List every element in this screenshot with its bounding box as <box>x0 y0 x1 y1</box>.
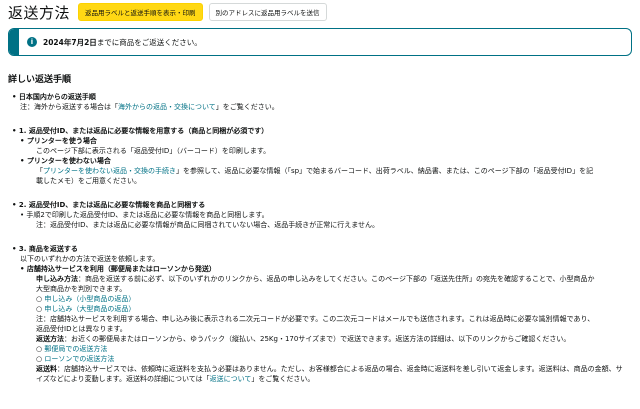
step-1: 1. 返品受付ID、または返品に必要な情報を用意する（商品と同梱が必須です） プ… <box>12 126 632 186</box>
method-label: 返送方法 <box>36 335 64 343</box>
qr-note: 注：店舗持込サービスを利用する場合、申し込み後に表示される二次元コードが必要です… <box>36 315 595 323</box>
no-printer-link[interactable]: プリンターを使わない返品・交換の手続き <box>43 167 176 175</box>
note-text-end: 」をご覧ください。 <box>215 103 279 111</box>
domestic-step: 日本国内からの返送手順 注：海外から返送する場合は「海外からの返品・交換について… <box>12 92 632 112</box>
deadline-alert: i 2024年7月2日までに商品をご返送ください。 <box>8 28 632 56</box>
send-label-tab[interactable]: 別のアドレスに返品用ラベルを送信 <box>208 3 327 21</box>
return-fee-2: イズなどにより変動します。返送料の詳細については「返送について」をご覧ください。 <box>36 374 632 384</box>
link-small-item: 申し込み（小型商品の返品） <box>36 294 632 304</box>
step-3: 3. 商品を返送する 以下のいずれかの方法で返送を依頼します。 店舗持込サービス… <box>12 244 632 384</box>
step-2-note: 注：返品受付ID、または返品に必要な情報が商品に同梱されていない場合、返品手続き… <box>36 221 380 229</box>
lawson-link[interactable]: ローソンでの返送方法 <box>44 355 114 363</box>
step-3-intro: 以下のいずれかの方法で返送を依頼します。 <box>20 255 160 263</box>
post-office-item: 郵便局での返送方法 <box>36 344 632 354</box>
return-fee-link[interactable]: 返送について <box>210 375 252 383</box>
alert-date: 2024年7月2日 <box>43 37 97 47</box>
page-title: 返送方法 <box>8 3 71 22</box>
section-title: 詳しい返送手順 <box>8 75 72 85</box>
step-3-title: 3. 商品を返送する <box>12 244 632 254</box>
domestic-title: 日本国内からの返送手順 <box>12 92 632 102</box>
note-text: 注：海外から返送する場合は「 <box>20 103 118 111</box>
step-1-title: 1. 返品受付ID、または返品に必要な情報を用意する（商品と同梱が必須です） <box>12 126 632 136</box>
fee-text: ：店舗持込サービスでは、依頼時に返送料を支払う必要はありません。ただし、お客様都… <box>57 365 623 373</box>
printer-text: このページ下部に表示される「返品受付ID」（バーコード）を印刷します。 <box>36 147 271 155</box>
apply-method: 申し込み方法：商品を返送する前に必ず、以下のいずれかのリンクから、返品の申し込み… <box>36 274 632 284</box>
small-item-link[interactable]: 申し込み（小型商品の返品） <box>44 295 135 303</box>
alert-message: までに商品をご返送ください。 <box>96 37 202 47</box>
step-2-text: 手順2で印刷した返品受付ID、または返品に必要な情報を商品と同梱します。 <box>20 210 632 220</box>
lawson-item: ローソンでの返送方法 <box>36 354 632 364</box>
page-header: 返送方法 返品用ラベルと返送手順を表示・印刷 別のアドレスに返品用ラベルを送信 <box>8 2 333 22</box>
large-item-link[interactable]: 申し込み（大型商品の返品） <box>44 305 135 313</box>
alert-bar <box>9 29 19 55</box>
no-printer-before: 「 <box>36 167 43 175</box>
no-printer-after: 」を参照して、返品に必要な情報（「sp」で始まるバーコード、出荷ラベル、納品書、… <box>176 167 594 175</box>
domestic-note: 注：海外から返送する場合は「海外からの返品・交換について」をご覧ください。 <box>20 102 632 112</box>
no-printer-text-2: 載したメモ）をご用意ください。 <box>36 177 141 185</box>
fee-label: 返送料 <box>36 365 57 373</box>
apply-label: 申し込み方法 <box>36 275 78 283</box>
print-label-tab[interactable]: 返品用ラベルと返送手順を表示・印刷 <box>78 3 203 21</box>
fee-text-2: イズなどにより変動します。返送料の詳細については「 <box>36 375 210 383</box>
alert-text: 2024年7月2日までに商品をご返送ください。 <box>43 37 202 48</box>
post-office-link[interactable]: 郵便局での返送方法 <box>44 345 107 353</box>
store-service-title: 店舗持込サービスを利用（郵便局またはローソンから発送） <box>20 264 632 274</box>
no-printer-text: 「プリンターを使わない返品・交換の手続き」を参照して、返品に必要な情報（「sp」… <box>36 166 632 176</box>
apply-text: ：商品を返送する前に必ず、以下のいずれかのリンクから、返品の申し込みをしてくださ… <box>78 275 595 283</box>
fee-text-2-end: 」をご覧ください。 <box>251 375 315 383</box>
apply-text-2: 大型商品かを判別できます。 <box>36 285 127 293</box>
info-icon: i <box>27 37 37 47</box>
link-large-item: 申し込み（大型商品の返品） <box>36 304 632 314</box>
qr-note-2: 返品受付IDとは異なります。 <box>36 325 127 333</box>
return-fee: 返送料：店舗持込サービスでは、依頼時に返送料を支払う必要はありません。ただし、お… <box>36 364 632 374</box>
instructions: 日本国内からの返送手順 注：海外から返送する場合は「海外からの返品・交換について… <box>12 92 632 398</box>
step-2-title: 2. 返品受付ID、または返品に必要な情報を商品と同梱する <box>12 200 632 210</box>
no-printer-title: プリンターを使わない場合 <box>20 156 632 166</box>
return-method: 返送方法：お近くの郵便局またはローソンから、ゆうパック（縦払い、25Kg・170… <box>36 334 632 344</box>
printer-title: プリンターを使う場合 <box>20 136 632 146</box>
overseas-returns-link[interactable]: 海外からの返品・交換について <box>118 103 216 111</box>
method-text: ：お近くの郵便局またはローソンから、ゆうパック（縦払い、25Kg・170サイズま… <box>64 335 571 343</box>
step-2: 2. 返品受付ID、または返品に必要な情報を商品と同梱する 手順2で印刷した返品… <box>12 200 632 230</box>
